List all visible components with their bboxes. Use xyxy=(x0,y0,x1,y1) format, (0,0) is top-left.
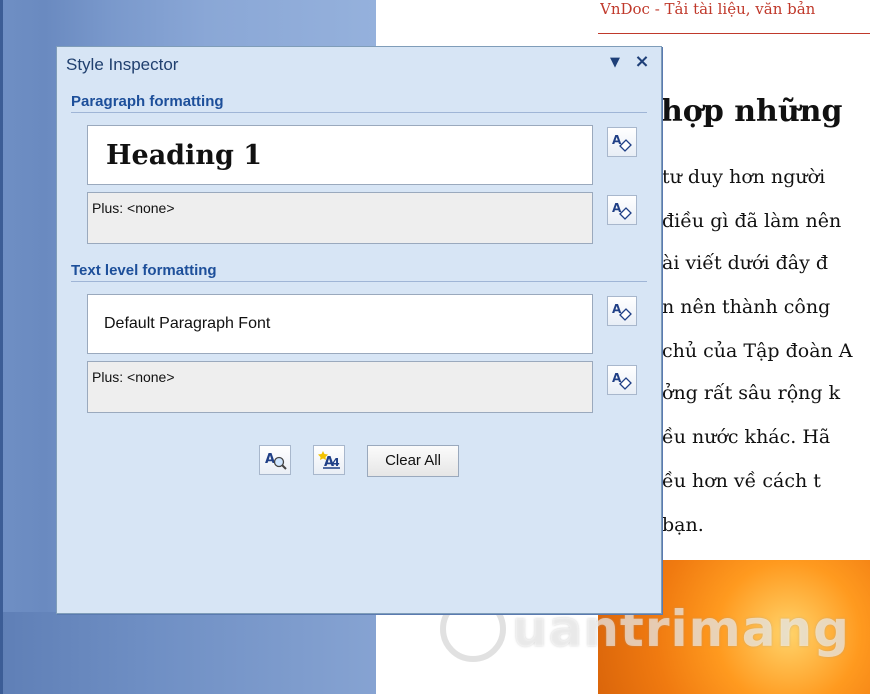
document-line: ều nước khác. Hã xyxy=(662,426,831,448)
reveal-formatting-icon: A xyxy=(265,452,287,470)
svg-text:4: 4 xyxy=(332,456,340,469)
text-style-name: Default Paragraph Font xyxy=(104,315,271,332)
document-header-rule xyxy=(598,33,870,34)
paragraph-plus-box[interactable]: Plus: <none> xyxy=(87,192,593,244)
document-line: ều hơn về cách t xyxy=(662,470,821,492)
style-eraser-icon: A xyxy=(612,371,632,390)
reveal-formatting-button[interactable]: A xyxy=(259,445,291,475)
paragraph-style-box[interactable]: Heading 1 xyxy=(87,125,593,185)
desktop-background-lower xyxy=(0,612,376,694)
document-title: hợp những xyxy=(661,94,843,129)
section-divider xyxy=(71,112,647,113)
window-edge xyxy=(0,0,3,694)
section-divider xyxy=(71,281,647,282)
panel-title-bar[interactable]: Style Inspector ▼ × xyxy=(57,47,661,79)
document-header: VnDoc - Tải tài liệu, văn bản xyxy=(600,0,816,18)
document-line: điều gì đã làm nên xyxy=(662,210,842,232)
paragraph-plus-text: Plus: <none> xyxy=(92,200,175,216)
panel-title: Style Inspector xyxy=(66,55,179,74)
svg-text:A: A xyxy=(265,452,275,467)
style-inspector-panel: Style Inspector ▼ × Paragraph formatting… xyxy=(56,46,662,614)
document-line: tư duy hơn người xyxy=(662,166,826,188)
new-style-button[interactable]: A 4 xyxy=(313,445,345,475)
paragraph-style-name: Heading 1 xyxy=(106,140,263,171)
new-style-icon: A 4 xyxy=(318,451,340,470)
style-eraser-icon: A xyxy=(612,133,632,152)
clear-paragraph-formatting-button[interactable]: A xyxy=(607,195,637,225)
paragraph-formatting-heading: Paragraph formatting xyxy=(71,93,224,110)
document-line: bạn. xyxy=(662,514,704,536)
reset-text-style-button[interactable]: A xyxy=(607,296,637,326)
clear-all-button[interactable]: Clear All xyxy=(367,445,459,477)
style-eraser-icon: A xyxy=(612,302,632,321)
text-plus-text: Plus: <none> xyxy=(92,369,175,385)
reset-paragraph-style-button[interactable]: A xyxy=(607,127,637,157)
document-line: n nên thành công xyxy=(662,296,831,318)
document-line: ởng rất sâu rộng k xyxy=(662,382,841,404)
clear-text-formatting-button[interactable]: A xyxy=(607,365,637,395)
document-line: ài viết dưới đây đ xyxy=(662,252,828,274)
text-plus-box[interactable]: Plus: <none> xyxy=(87,361,593,413)
close-icon[interactable]: × xyxy=(633,53,651,71)
document-line: chủ của Tập đoàn A xyxy=(662,340,853,362)
panel-menu-dropdown-icon[interactable]: ▼ xyxy=(607,55,623,71)
style-eraser-icon: A xyxy=(612,201,632,220)
text-style-box[interactable]: Default Paragraph Font xyxy=(87,294,593,354)
text-level-formatting-heading: Text level formatting xyxy=(71,262,217,279)
